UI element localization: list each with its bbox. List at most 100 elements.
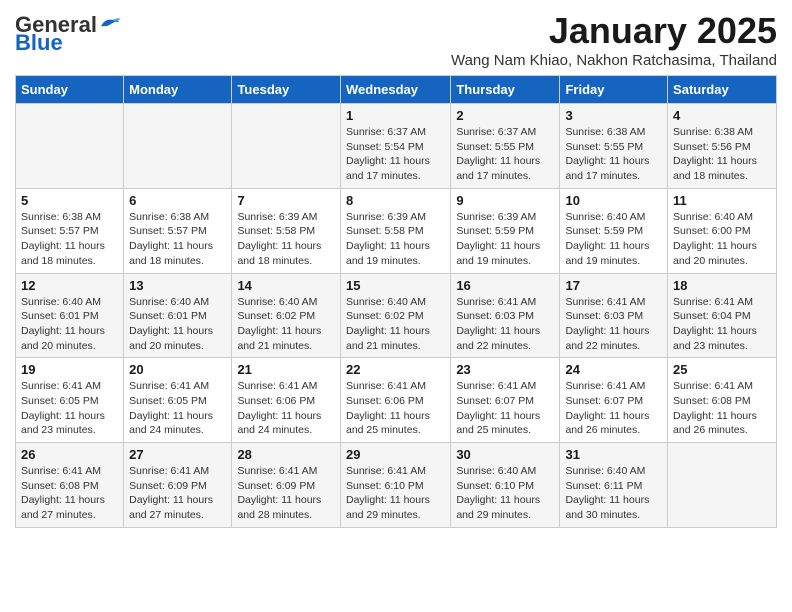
- day-info: Sunrise: 6:40 AMSunset: 6:02 PMDaylight:…: [346, 295, 445, 354]
- logo: General Blue: [15, 14, 121, 54]
- calendar-cell: [16, 104, 124, 189]
- calendar-cell: 25 Sunrise: 6:41 AMSunset: 6:08 PMDayligh…: [668, 358, 777, 443]
- calendar-week-row: 5 Sunrise: 6:38 AMSunset: 5:57 PMDaylight…: [16, 188, 777, 273]
- day-number: 21: [237, 362, 335, 377]
- calendar-cell: 10Sunrise: 6:40 AMSunset: 5:59 PMDayligh…: [560, 188, 668, 273]
- calendar-header-monday: Monday: [124, 76, 232, 104]
- calendar-week-row: 12Sunrise: 6:40 AMSunset: 6:01 PMDayligh…: [16, 273, 777, 358]
- calendar-cell: 28 Sunrise: 6:41 AMSunset: 6:09 PMDayligh…: [232, 443, 341, 528]
- day-number: 6: [129, 193, 226, 208]
- day-info: Sunrise: 6:39 AMSunset: 5:58 PMDaylight:…: [237, 210, 335, 269]
- day-info: Sunrise: 6:41 AMSunset: 6:10 PMDaylight:…: [346, 464, 445, 523]
- calendar-cell: 5 Sunrise: 6:38 AMSunset: 5:57 PMDaylight…: [16, 188, 124, 273]
- calendar-cell: [668, 443, 777, 528]
- day-number: 28: [237, 447, 335, 462]
- day-number: 2: [456, 108, 554, 123]
- day-info: Sunrise: 6:38 AMSunset: 5:57 PMDaylight:…: [129, 210, 226, 269]
- calendar-cell: 11 Sunrise: 6:40 AMSunset: 6:00 PMDayligh…: [668, 188, 777, 273]
- calendar-header-sunday: Sunday: [16, 76, 124, 104]
- calendar-cell: 6 Sunrise: 6:38 AMSunset: 5:57 PMDaylight…: [124, 188, 232, 273]
- day-number: 30: [456, 447, 554, 462]
- calendar-cell: 30 Sunrise: 6:40 AMSunset: 6:10 PMDayligh…: [451, 443, 560, 528]
- day-info: Sunrise: 6:40 AMSunset: 6:02 PMDaylight:…: [237, 295, 335, 354]
- calendar-cell: 26 Sunrise: 6:41 AMSunset: 6:08 PMDayligh…: [16, 443, 124, 528]
- day-number: 15: [346, 278, 445, 293]
- location-title: Wang Nam Khiao, Nakhon Ratchasima, Thail…: [451, 52, 777, 69]
- month-title: January 2025: [451, 10, 777, 52]
- day-number: 8: [346, 193, 445, 208]
- day-number: 20: [129, 362, 226, 377]
- day-number: 26: [21, 447, 118, 462]
- calendar-cell: 17Sunrise: 6:41 AMSunset: 6:03 PMDayligh…: [560, 273, 668, 358]
- day-info: Sunrise: 6:41 AMSunset: 6:07 PMDaylight:…: [565, 379, 662, 438]
- calendar-header-thursday: Thursday: [451, 76, 560, 104]
- calendar-cell: 21 Sunrise: 6:41 AMSunset: 6:06 PMDayligh…: [232, 358, 341, 443]
- day-info: Sunrise: 6:41 AMSunset: 6:09 PMDaylight:…: [237, 464, 335, 523]
- calendar-cell: 27Sunrise: 6:41 AMSunset: 6:09 PMDayligh…: [124, 443, 232, 528]
- day-info: Sunrise: 6:40 AMSunset: 6:00 PMDaylight:…: [673, 210, 771, 269]
- day-info: Sunrise: 6:41 AMSunset: 6:08 PMDaylight:…: [21, 464, 118, 523]
- day-info: Sunrise: 6:41 AMSunset: 6:05 PMDaylight:…: [21, 379, 118, 438]
- day-number: 11: [673, 193, 771, 208]
- day-number: 9: [456, 193, 554, 208]
- title-section: January 2025 Wang Nam Khiao, Nakhon Ratc…: [451, 10, 777, 69]
- day-info: Sunrise: 6:38 AMSunset: 5:55 PMDaylight:…: [565, 125, 662, 184]
- calendar-cell: 19 Sunrise: 6:41 AMSunset: 6:05 PMDayligh…: [16, 358, 124, 443]
- day-number: 4: [673, 108, 771, 123]
- day-number: 24: [565, 362, 662, 377]
- day-info: Sunrise: 6:40 AMSunset: 6:11 PMDaylight:…: [565, 464, 662, 523]
- day-number: 29: [346, 447, 445, 462]
- calendar-cell: 24 Sunrise: 6:41 AMSunset: 6:07 PMDayligh…: [560, 358, 668, 443]
- day-info: Sunrise: 6:41 AMSunset: 6:05 PMDaylight:…: [129, 379, 226, 438]
- day-number: 25: [673, 362, 771, 377]
- calendar-cell: 13 Sunrise: 6:40 AMSunset: 6:01 PMDayligh…: [124, 273, 232, 358]
- day-number: 1: [346, 108, 445, 123]
- calendar-cell: 4 Sunrise: 6:38 AMSunset: 5:56 PMDaylight…: [668, 104, 777, 189]
- calendar-cell: [232, 104, 341, 189]
- day-number: 14: [237, 278, 335, 293]
- day-info: Sunrise: 6:38 AMSunset: 5:56 PMDaylight:…: [673, 125, 771, 184]
- day-number: 5: [21, 193, 118, 208]
- logo-blue: Blue: [15, 30, 63, 55]
- day-info: Sunrise: 6:41 AMSunset: 6:03 PMDaylight:…: [456, 295, 554, 354]
- calendar-week-row: 1 Sunrise: 6:37 AMSunset: 5:54 PMDaylight…: [16, 104, 777, 189]
- calendar-cell: 15 Sunrise: 6:40 AMSunset: 6:02 PMDayligh…: [340, 273, 450, 358]
- day-number: 16: [456, 278, 554, 293]
- day-info: Sunrise: 6:41 AMSunset: 6:08 PMDaylight:…: [673, 379, 771, 438]
- day-info: Sunrise: 6:37 AMSunset: 5:54 PMDaylight:…: [346, 125, 445, 184]
- calendar-table: SundayMondayTuesdayWednesdayThursdayFrid…: [15, 75, 777, 528]
- calendar-header-tuesday: Tuesday: [232, 76, 341, 104]
- calendar-header-wednesday: Wednesday: [340, 76, 450, 104]
- calendar-cell: 18 Sunrise: 6:41 AMSunset: 6:04 PMDayligh…: [668, 273, 777, 358]
- day-info: Sunrise: 6:41 AMSunset: 6:06 PMDaylight:…: [237, 379, 335, 438]
- calendar-cell: 20 Sunrise: 6:41 AMSunset: 6:05 PMDayligh…: [124, 358, 232, 443]
- calendar-week-row: 19 Sunrise: 6:41 AMSunset: 6:05 PMDayligh…: [16, 358, 777, 443]
- day-number: 23: [456, 362, 554, 377]
- calendar-cell: 29 Sunrise: 6:41 AMSunset: 6:10 PMDayligh…: [340, 443, 450, 528]
- calendar-header-row: SundayMondayTuesdayWednesdayThursdayFrid…: [16, 76, 777, 104]
- calendar-cell: 22Sunrise: 6:41 AMSunset: 6:06 PMDayligh…: [340, 358, 450, 443]
- calendar-cell: [124, 104, 232, 189]
- calendar-cell: 23Sunrise: 6:41 AMSunset: 6:07 PMDayligh…: [451, 358, 560, 443]
- day-number: 7: [237, 193, 335, 208]
- calendar-header-friday: Friday: [560, 76, 668, 104]
- day-number: 18: [673, 278, 771, 293]
- calendar-cell: 14 Sunrise: 6:40 AMSunset: 6:02 PMDayligh…: [232, 273, 341, 358]
- day-info: Sunrise: 6:39 AMSunset: 5:58 PMDaylight:…: [346, 210, 445, 269]
- day-info: Sunrise: 6:40 AMSunset: 6:10 PMDaylight:…: [456, 464, 554, 523]
- calendar-cell: 1 Sunrise: 6:37 AMSunset: 5:54 PMDaylight…: [340, 104, 450, 189]
- day-info: Sunrise: 6:40 AMSunset: 6:01 PMDaylight:…: [129, 295, 226, 354]
- day-info: Sunrise: 6:41 AMSunset: 6:09 PMDaylight:…: [129, 464, 226, 523]
- calendar-week-row: 26 Sunrise: 6:41 AMSunset: 6:08 PMDayligh…: [16, 443, 777, 528]
- day-number: 10: [565, 193, 662, 208]
- day-info: Sunrise: 6:41 AMSunset: 6:04 PMDaylight:…: [673, 295, 771, 354]
- day-info: Sunrise: 6:41 AMSunset: 6:03 PMDaylight:…: [565, 295, 662, 354]
- calendar-cell: 12Sunrise: 6:40 AMSunset: 6:01 PMDayligh…: [16, 273, 124, 358]
- day-number: 19: [21, 362, 118, 377]
- day-number: 22: [346, 362, 445, 377]
- day-number: 3: [565, 108, 662, 123]
- day-info: Sunrise: 6:39 AMSunset: 5:59 PMDaylight:…: [456, 210, 554, 269]
- day-number: 13: [129, 278, 226, 293]
- calendar-cell: 31Sunrise: 6:40 AMSunset: 6:11 PMDayligh…: [560, 443, 668, 528]
- day-info: Sunrise: 6:38 AMSunset: 5:57 PMDaylight:…: [21, 210, 118, 269]
